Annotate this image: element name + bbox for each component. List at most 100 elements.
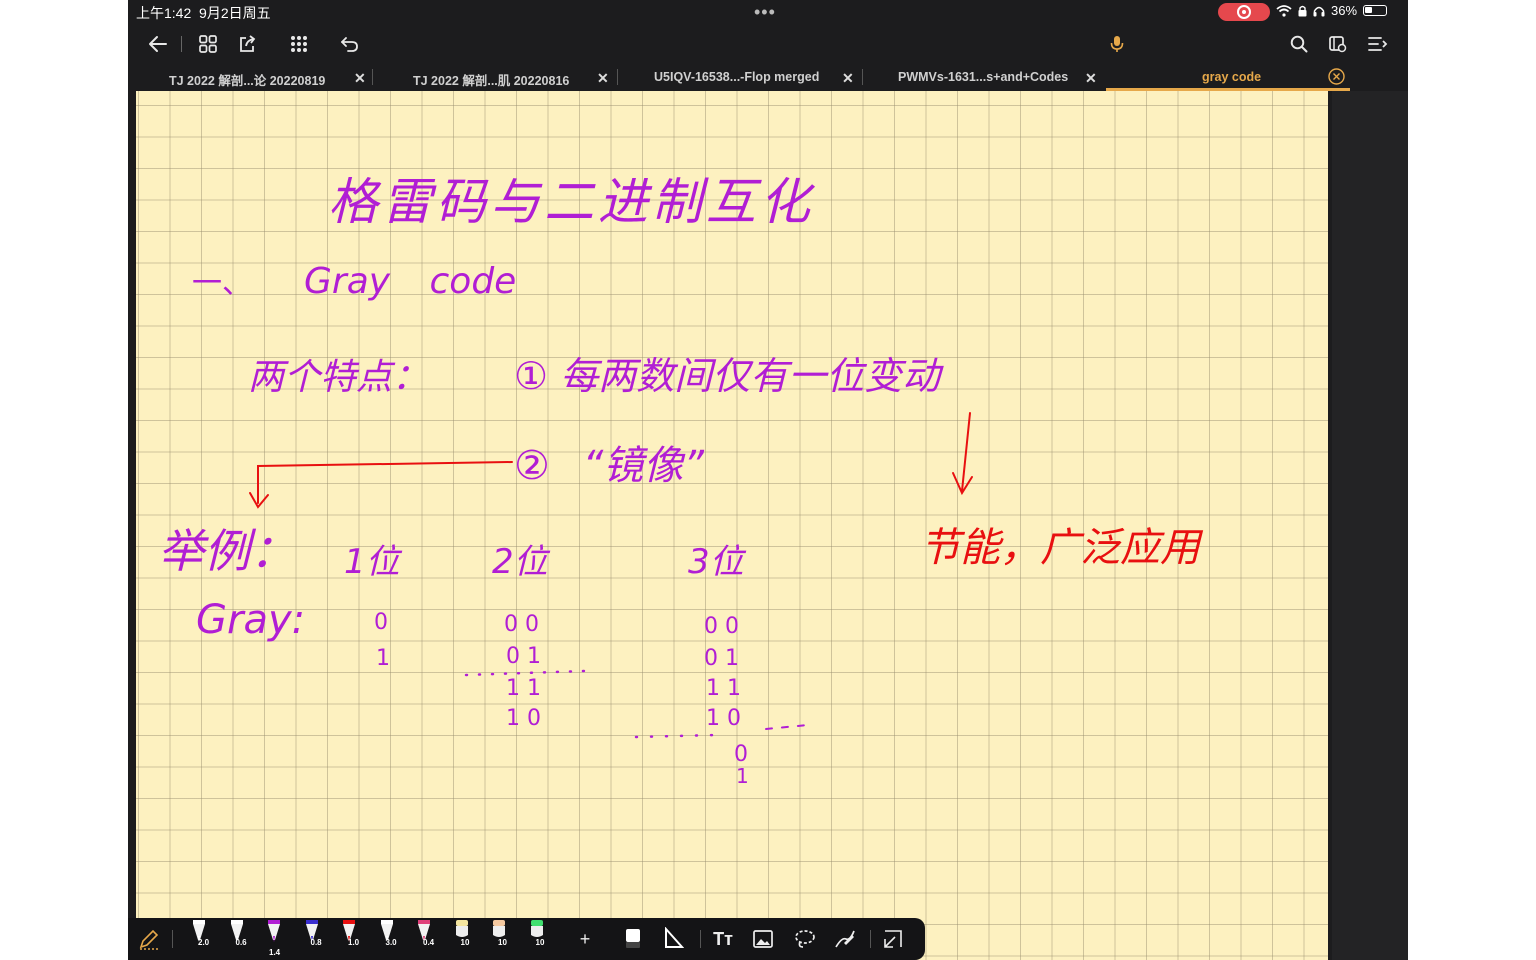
eraser-icon[interactable]	[620, 926, 646, 952]
heading-gray-code: Gray code	[304, 261, 516, 302]
close-icon[interactable]: ✕	[597, 70, 609, 87]
handwriting-layer: 格雷码与二进制互化 一、 Gray code 两个特点： ① 每两数间仅有一位变…	[158, 173, 1204, 788]
text-icon[interactable]: Tт	[710, 926, 736, 952]
tab-label: U5IQV-16538...-Flop merged	[654, 70, 820, 84]
col3-extra-row: 1	[736, 764, 749, 788]
headphones-icon	[1313, 6, 1325, 16]
tab-gray-code[interactable]: gray code	[1106, 64, 1350, 91]
col2-row: 1 0	[506, 706, 541, 731]
tab-tj-0819[interactable]: TJ 2022 解剖...论 20220819 ✕	[128, 64, 373, 91]
pen-tool[interactable]: 0.8	[297, 918, 331, 960]
menu-icon[interactable]	[1364, 30, 1392, 58]
battery-icon	[1363, 5, 1388, 16]
pen-size-label: 0.6	[235, 938, 247, 947]
screen-recording-indicator[interactable]	[1218, 3, 1270, 21]
right-margin-panel	[1332, 91, 1408, 960]
pen-tool[interactable]: 2.0	[184, 918, 218, 960]
heading-number: 一、	[192, 266, 252, 301]
bookmark-icon[interactable]	[1324, 30, 1352, 58]
wifi-icon	[1276, 4, 1292, 17]
search-icon[interactable]	[1285, 30, 1313, 58]
pen-size-label: 10	[460, 938, 470, 947]
tab-tj-0816[interactable]: TJ 2022 解剖...肌 20220816 ✕	[373, 64, 618, 91]
tab-label: PWMVs-1631...s+and+Codes	[898, 70, 1069, 84]
collapse-icon[interactable]	[880, 926, 906, 952]
gray-label: Gray:	[196, 597, 305, 643]
status-bar: 上午1:42 9月2日周五 ••• 36%	[128, 0, 1408, 24]
grid-icon[interactable]	[194, 30, 222, 58]
tab-label: gray code	[1202, 70, 1262, 84]
pen-nib-icon	[268, 920, 280, 942]
tab-label: TJ 2022 解剖...肌 20220816	[413, 74, 570, 88]
pen-tool[interactable]: 1.0	[334, 918, 368, 960]
multitask-dots-icon[interactable]: •••	[754, 2, 776, 23]
pen-palette: 2.0 0.6 1.4 0.8 1.0 3.0 0.4 10 10 10 + Tт	[128, 918, 925, 960]
pen-tool[interactable]: 3.0	[372, 918, 406, 960]
lock-rotation-icon	[1298, 5, 1307, 16]
pen-size-label: 10	[535, 938, 545, 947]
pen-size-label: 1.4	[269, 948, 281, 957]
col3-row: 0 0	[704, 614, 739, 639]
pen-tool[interactable]: 0.6	[222, 918, 256, 960]
microphone-icon[interactable]	[1103, 30, 1131, 58]
col1-row: 0	[374, 610, 388, 635]
arrow-left-icon[interactable]	[144, 30, 172, 58]
pen-size-label: 3.0	[385, 938, 397, 947]
document-tabs: TJ 2022 解剖...论 20220819 ✕ TJ 2022 解剖...肌…	[128, 64, 1408, 148]
pen-tool[interactable]: 10	[447, 918, 481, 960]
feature-one: ① 每两数间仅有一位变动	[514, 354, 944, 398]
pen-size-label: 0.8	[310, 938, 322, 947]
note-title: 格雷码与二进制互化	[328, 173, 816, 231]
app-toolbar	[128, 24, 1408, 64]
status-time: 上午1:42 9月2日周五	[136, 3, 271, 23]
pen-tool[interactable]: 10	[522, 918, 556, 960]
energy-arrow	[952, 412, 973, 496]
shape-icon[interactable]	[832, 926, 858, 952]
col3-row: 1 1	[706, 676, 741, 701]
export-icon[interactable]	[233, 30, 261, 58]
image-icon[interactable]	[750, 926, 776, 952]
mirror-line-3bit-tail	[765, 724, 809, 730]
status-icons: 36%	[1276, 3, 1388, 18]
tablet-screen: 上午1:42 9月2日周五 ••• 36% TJ 2022 解剖...论 202…	[128, 0, 1408, 960]
close-icon[interactable]: ✕	[354, 70, 366, 87]
pen-size-label: 2.0	[198, 938, 210, 947]
time-text: 上午1:42	[136, 5, 192, 21]
col1-header: 1位	[344, 542, 403, 582]
col1-row: 1	[376, 646, 390, 671]
pen-size-label: 1.0	[348, 938, 360, 947]
tab-flop-merged[interactable]: U5IQV-16538...-Flop merged ✕	[618, 64, 863, 91]
pen-tool[interactable]: 10	[484, 918, 518, 960]
note-page[interactable]: 格雷码与二进制互化 一、 Gray code 两个特点： ① 每两数间仅有一位变…	[136, 91, 1328, 960]
close-icon[interactable]: ✕	[1085, 70, 1097, 87]
mirror-line-2bit	[464, 669, 586, 677]
col2-row: 0 0	[504, 612, 539, 637]
lasso-icon[interactable]	[792, 926, 818, 952]
ruler-icon[interactable]	[660, 926, 686, 952]
apps-icon[interactable]	[285, 30, 313, 58]
example-label: 举例：	[158, 524, 296, 578]
col3-row: 0 1	[704, 646, 739, 671]
mirror-line-3bit	[634, 733, 718, 739]
undo-icon[interactable]	[336, 30, 364, 58]
col2-row: 1 1	[506, 676, 541, 701]
plus-icon[interactable]: +	[572, 926, 598, 952]
battery-percent: 36%	[1331, 3, 1358, 18]
tab-pwm-codes[interactable]: PWMVs-1631...s+and+Codes ✕	[863, 64, 1106, 91]
col3-row: 1 0	[706, 706, 741, 731]
close-circle-icon[interactable]	[1328, 68, 1345, 88]
features-label: 两个特点：	[248, 357, 428, 398]
col2-row: 0 1	[506, 644, 541, 669]
date-text: 9月2日周五	[199, 5, 271, 21]
close-icon[interactable]: ✕	[842, 70, 854, 87]
energy-note: 节能，广泛应用	[920, 525, 1204, 571]
pen-size-label: 0.4	[423, 938, 435, 947]
pen-settings-icon[interactable]	[136, 926, 162, 952]
pen-size-label: 10	[498, 938, 507, 947]
mirror-arrow	[249, 461, 513, 509]
col3-header: 3位	[688, 542, 747, 582]
feature-two: ② “镜像”	[514, 443, 704, 489]
pen-tool[interactable]: 0.4	[409, 918, 443, 960]
col2-header: 2位	[492, 542, 551, 582]
pen-tool[interactable]: 1.4	[259, 918, 293, 960]
